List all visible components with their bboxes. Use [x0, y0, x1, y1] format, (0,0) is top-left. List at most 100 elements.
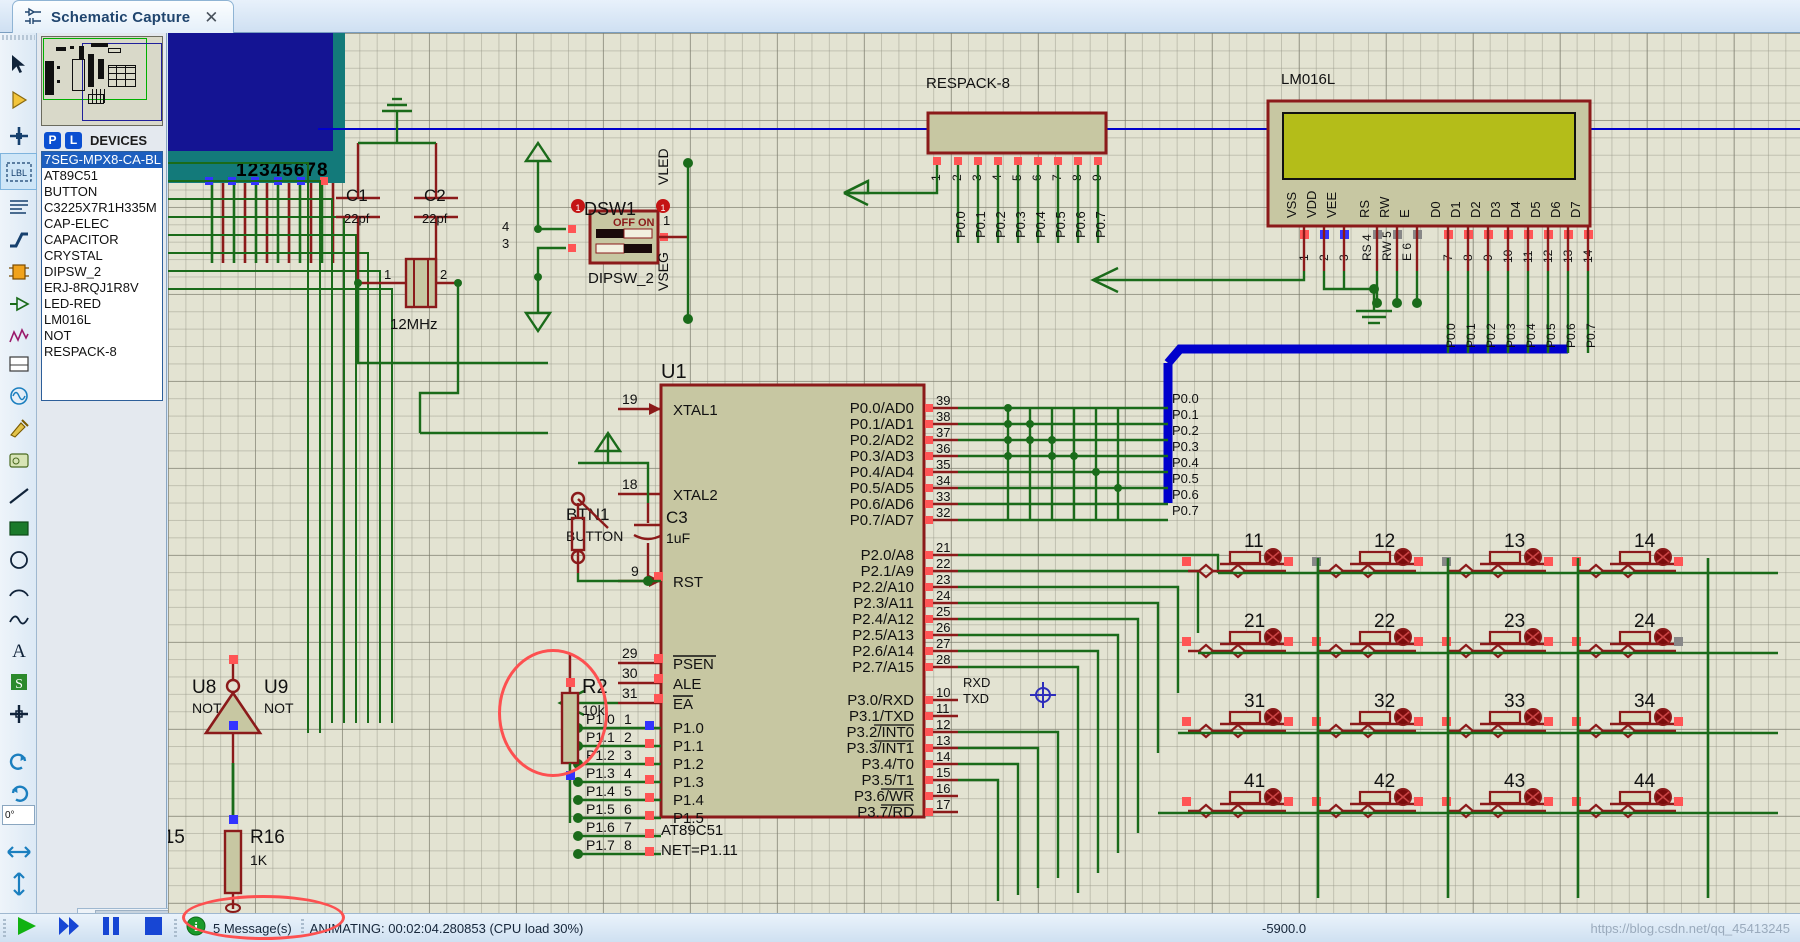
svg-text:39: 39: [936, 393, 950, 408]
bus-icon: [8, 230, 30, 250]
svg-text:P2.2/A10: P2.2/A10: [852, 579, 914, 596]
p0-wires: [958, 406, 1168, 522]
svg-text:NET=P1.11: NET=P1.11: [661, 842, 738, 859]
devices-list[interactable]: 7SEG-MPX8-CA-BL AT89C51 BUTTON C3225X7R1H33…: [41, 151, 163, 401]
svg-text:R16: R16: [250, 827, 285, 848]
device-list-item[interactable]: BUTTON: [42, 184, 162, 200]
play-icon: [14, 915, 40, 942]
keypad-button[interactable]: 23: [1442, 611, 1553, 659]
svg-text:VDD: VDD: [1304, 191, 1319, 218]
svg-text:RW: RW: [1377, 196, 1392, 218]
keypad-button[interactable]: 43: [1442, 771, 1553, 819]
svg-text:P0.5: P0.5: [1544, 323, 1558, 348]
keypad-button[interactable]: 14: [1572, 531, 1683, 579]
keypad-button[interactable]: 24: [1572, 611, 1683, 659]
svg-text:S: S: [15, 677, 23, 692]
svg-text:P3.3/INT1: P3.3/INT1: [846, 740, 914, 757]
library-manager-button[interactable]: L: [65, 131, 82, 149]
keypad-button[interactable]: 22: [1312, 611, 1423, 659]
tool-virtual-instruments-mode[interactable]: [0, 441, 37, 478]
svg-text:C3: C3: [666, 508, 688, 527]
keypad-button[interactable]: 42: [1312, 771, 1423, 819]
device-list-item[interactable]: RESPACK-8: [42, 344, 162, 360]
keypad-button[interactable]: 32: [1312, 691, 1423, 739]
device-list-item[interactable]: ERJ-8RQJ1R8V: [42, 280, 162, 296]
letter-a-icon: A: [8, 639, 30, 661]
device-list-item[interactable]: C3225X7R1H335M: [42, 200, 162, 216]
mirror-vertical-button[interactable]: [0, 865, 37, 902]
play-button[interactable]: [6, 914, 48, 942]
tool-junction-dot-mode[interactable]: [0, 117, 37, 154]
rotation-value-field[interactable]: 0°: [0, 805, 37, 827]
respack-8: RESPACK-8 1 2 3 4 5 6 7 8 9 P0.0 P0.1 P0…: [843, 75, 1108, 243]
keypad-button-label: 24: [1634, 611, 1656, 632]
tool-marker[interactable]: [0, 695, 37, 732]
keypad-button[interactable]: 31: [1182, 691, 1293, 739]
svg-text:VLED: VLED: [655, 148, 671, 185]
pause-button[interactable]: [90, 914, 132, 942]
keypad-button[interactable]: 33: [1442, 691, 1553, 739]
tool-wire-label-mode[interactable]: LBL: [0, 153, 37, 190]
device-list-item[interactable]: NOT: [42, 328, 162, 344]
svg-text:P0.7: P0.7: [1093, 211, 1108, 238]
arc-icon: [8, 580, 30, 600]
arrow-cursor-icon: [8, 53, 30, 75]
svg-text:14: 14: [936, 749, 950, 764]
mcu-u1: U1 AT89C51 NET=P1.11 XTAL1 XTAL2 RST PSE…: [557, 361, 990, 859]
resistor-r16: R15 1K R16 1K: [168, 827, 285, 913]
device-list-item[interactable]: AT89C51: [42, 168, 162, 184]
svg-text:P2.4/A12: P2.4/A12: [852, 611, 914, 628]
tab-schematic-capture[interactable]: Schematic Capture ✕: [12, 0, 234, 33]
svg-text:P0.0: P0.0: [953, 211, 968, 238]
svg-text:38: 38: [936, 409, 950, 424]
keypad-button[interactable]: 13: [1442, 531, 1553, 579]
close-icon[interactable]: ✕: [204, 9, 218, 26]
tool-component-mode[interactable]: [0, 81, 37, 118]
svg-text:P2.6/A14: P2.6/A14: [852, 643, 914, 660]
svg-text:21: 21: [936, 540, 950, 555]
tab-bar: Schematic Capture ✕: [0, 0, 1800, 33]
svg-text:24: 24: [936, 588, 950, 603]
keypad-button[interactable]: 34: [1572, 691, 1683, 739]
stop-button[interactable]: [132, 914, 174, 942]
step-button[interactable]: [48, 914, 90, 942]
svg-text:P0.4/AD4: P0.4/AD4: [850, 464, 914, 481]
svg-text:P1.2: P1.2: [586, 747, 615, 763]
device-list-item[interactable]: LED-RED: [42, 296, 162, 312]
coordinate-readout: -5900.0: [1262, 920, 1307, 936]
svg-text:P1.5: P1.5: [586, 801, 615, 817]
device-list-item[interactable]: CRYSTAL: [42, 248, 162, 264]
pick-devices-button[interactable]: P: [44, 131, 61, 149]
svg-text:37: 37: [936, 425, 950, 440]
svg-text:P1.4: P1.4: [586, 783, 615, 799]
device-list-item[interactable]: LM016L: [42, 312, 162, 328]
rotation-value[interactable]: 0°: [2, 805, 35, 825]
proteus-schematic-window: Schematic Capture ✕ LBL A S 0° P L DEVIC…: [0, 0, 1800, 942]
svg-text:BUTTON: BUTTON: [566, 528, 623, 544]
svg-text:RS: RS: [1357, 200, 1372, 218]
svg-text:RESPACK-8: RESPACK-8: [926, 75, 1010, 92]
keypad-button[interactable]: 44: [1572, 771, 1683, 819]
svg-text:4: 4: [624, 765, 632, 781]
svg-text:P0.5: P0.5: [1053, 211, 1068, 238]
device-list-item[interactable]: CAP-ELEC: [42, 216, 162, 232]
toolbar-grip[interactable]: [2, 35, 35, 40]
svg-text:P3.5/T1: P3.5/T1: [861, 772, 914, 789]
svg-text:P0.2: P0.2: [993, 211, 1008, 238]
svg-text:P2.5/A13: P2.5/A13: [852, 627, 914, 644]
tool-selection-mode[interactable]: [0, 45, 37, 82]
svg-text:P0.3/AD3: P0.3/AD3: [850, 448, 914, 465]
keypad-button[interactable]: 41: [1182, 771, 1293, 819]
svg-text:23: 23: [936, 572, 950, 587]
svg-text:29: 29: [622, 645, 638, 661]
svg-text:10k: 10k: [582, 702, 606, 718]
device-list-item[interactable]: 7SEG-MPX8-CA-BL: [42, 152, 162, 168]
svg-text:R2: R2: [582, 676, 608, 698]
messages-indicator[interactable]: i 5 Message(s): [177, 916, 301, 941]
device-list-item[interactable]: DIPSW_2: [42, 264, 162, 280]
watermark-text: https://blog.csdn.net/qq_45413245: [1590, 920, 1791, 936]
schematic-canvas[interactable]: 12345678 C1 22pf C2 22pf 1 2 12MHz OFF O…: [168, 33, 1800, 913]
device-list-item[interactable]: CAPACITOR: [42, 232, 162, 248]
keypad-button[interactable]: 12: [1312, 531, 1423, 579]
schematic-overview-thumbnail[interactable]: [41, 36, 163, 126]
